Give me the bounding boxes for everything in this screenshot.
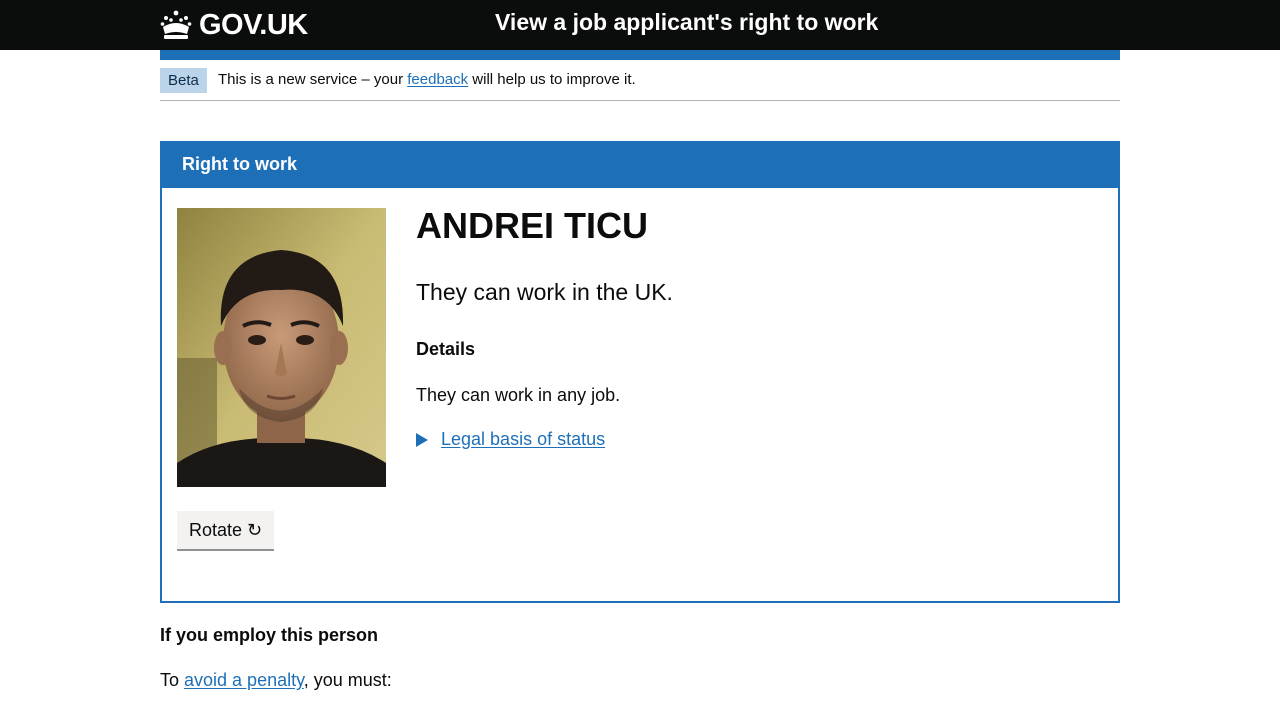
phase-banner: Beta This is a new service – your feedba… [160, 60, 1120, 101]
penalty-text-after: , you must: [303, 670, 392, 690]
legal-basis-link[interactable]: Legal basis of status [441, 429, 605, 450]
crown-icon [160, 10, 192, 39]
applicant-name: ANDREI TICU [416, 205, 648, 246]
feedback-link[interactable]: feedback [407, 71, 468, 88]
panel-header: Right to work [162, 143, 1118, 188]
penalty-text-before: To [160, 670, 185, 690]
avoid-penalty-link[interactable]: avoid a penalty [184, 670, 304, 690]
govuk-logo-link[interactable]: GOV.UK [160, 6, 308, 44]
penalty-paragraph: To avoid a penalty, you must: [160, 670, 392, 691]
site-header: GOV.UK View a job applicant's right to w… [0, 0, 1280, 50]
beta-tag: Beta [160, 68, 207, 93]
phase-banner-text: This is a new service – your feedback wi… [218, 70, 636, 90]
work-status: They can work in the UK. [416, 279, 673, 305]
applicant-photo [177, 208, 386, 487]
panel-title: Right to work [182, 154, 297, 174]
details-heading: Details [416, 339, 476, 359]
employ-heading: If you employ this person [160, 625, 379, 645]
disclosure-triangle-icon [416, 432, 428, 447]
phase-text-before: This is a new service – your [218, 71, 408, 88]
header-blue-strip [160, 50, 1120, 60]
legal-basis-disclosure[interactable]: Legal basis of status [416, 429, 605, 450]
details-text: They can work in any job. [416, 385, 621, 405]
right-to-work-panel: Right to work Rotate ↻ ANDREI TICU They … [160, 141, 1120, 603]
rotate-button[interactable]: Rotate ↻ [177, 511, 275, 549]
logo-text: GOV.UK [199, 8, 308, 41]
phase-text-after: will help us to improve it. [468, 71, 636, 88]
service-name-link[interactable]: View a job applicant's right to work [495, 9, 878, 36]
